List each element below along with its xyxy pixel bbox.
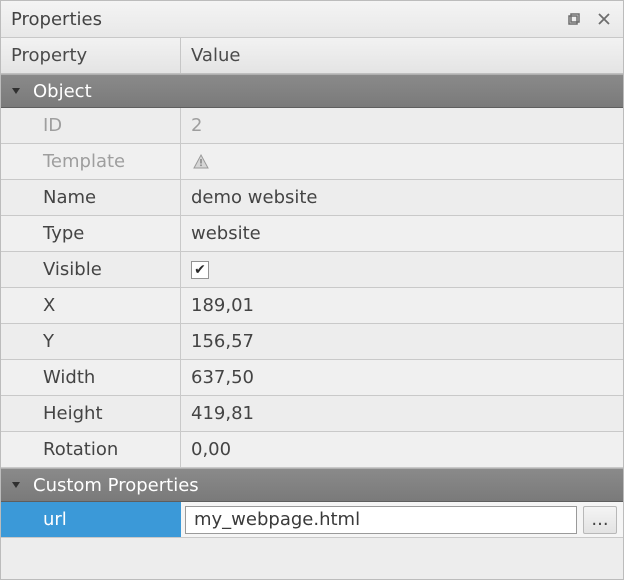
section-custom[interactable]: Custom Properties — [1, 468, 623, 502]
header-property[interactable]: Property — [1, 38, 181, 73]
value-visible[interactable]: ✔ — [181, 252, 623, 287]
close-icon[interactable] — [593, 8, 615, 30]
label-width: Width — [1, 360, 181, 395]
properties-panel: Properties Property Value Object ID 2 Te… — [0, 0, 624, 580]
section-object[interactable]: Object — [1, 74, 623, 108]
chevron-down-icon — [9, 479, 23, 491]
row-id: ID 2 — [1, 108, 623, 144]
custom-rows: url ... — [1, 502, 623, 538]
object-rows: ID 2 Template Name demo website Type web… — [1, 108, 623, 468]
label-id: ID — [1, 108, 181, 143]
label-type: Type — [1, 216, 181, 251]
label-y: Y — [1, 324, 181, 359]
value-template[interactable] — [181, 144, 623, 179]
row-type: Type website — [1, 216, 623, 252]
value-width[interactable]: 637,50 — [181, 360, 623, 395]
header-value[interactable]: Value — [181, 38, 623, 73]
row-url: url ... — [1, 502, 623, 538]
label-x: X — [1, 288, 181, 323]
row-height: Height 419,81 — [1, 396, 623, 432]
section-custom-label: Custom Properties — [33, 475, 199, 496]
chevron-down-icon — [9, 85, 23, 97]
row-name: Name demo website — [1, 180, 623, 216]
row-template: Template — [1, 144, 623, 180]
titlebar: Properties — [1, 1, 623, 38]
label-visible: Visible — [1, 252, 181, 287]
label-url[interactable]: url — [1, 502, 181, 537]
label-template: Template — [1, 144, 181, 179]
row-rotation: Rotation 0,00 — [1, 432, 623, 468]
value-id: 2 — [181, 108, 623, 143]
value-y[interactable]: 156,57 — [181, 324, 623, 359]
value-rotation[interactable]: 0,00 — [181, 432, 623, 467]
row-width: Width 637,50 — [1, 360, 623, 396]
value-name[interactable]: demo website — [181, 180, 623, 215]
label-height: Height — [1, 396, 181, 431]
column-headers: Property Value — [1, 38, 623, 74]
warning-icon — [191, 152, 211, 172]
restore-icon[interactable] — [563, 8, 585, 30]
value-height[interactable]: 419,81 — [181, 396, 623, 431]
label-name: Name — [1, 180, 181, 215]
value-url: ... — [181, 502, 623, 537]
row-x: X 189,01 — [1, 288, 623, 324]
value-type[interactable]: website — [181, 216, 623, 251]
label-rotation: Rotation — [1, 432, 181, 467]
section-object-label: Object — [33, 81, 92, 102]
checkbox-visible[interactable]: ✔ — [191, 261, 209, 279]
url-input[interactable] — [185, 506, 577, 534]
row-y: Y 156,57 — [1, 324, 623, 360]
row-visible: Visible ✔ — [1, 252, 623, 288]
panel-title: Properties — [11, 9, 555, 30]
value-x[interactable]: 189,01 — [181, 288, 623, 323]
browse-button[interactable]: ... — [583, 506, 617, 534]
